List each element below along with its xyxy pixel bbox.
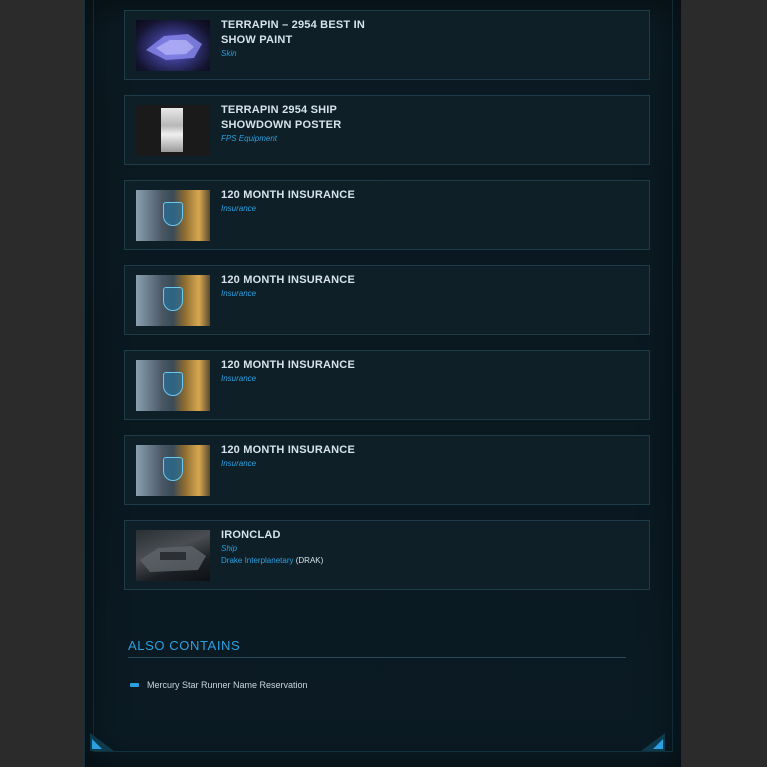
- item-thumbnail: [136, 445, 210, 496]
- corner-decoration-left-icon: [90, 733, 114, 751]
- item-type: Ship: [221, 544, 238, 553]
- item-title: 120 MONTH INSURANCE Insurance: [221, 358, 381, 385]
- item-card[interactable]: 120 MONTH INSURANCE Insurance: [124, 435, 650, 505]
- item-manufacturer: Drake Interplanetary (DRAK): [221, 555, 381, 566]
- insurance-shield-icon: [163, 287, 183, 311]
- item-card[interactable]: 120 MONTH INSURANCE Insurance: [124, 350, 650, 420]
- bullet-icon: [130, 683, 139, 687]
- ship-paint-icon: [146, 34, 202, 60]
- item-type: Insurance: [221, 459, 257, 468]
- item-title: 120 MONTH INSURANCE Insurance: [221, 188, 381, 215]
- item-card[interactable]: TERRAPIN – 2954 BEST IN SHOW PAINT Skin: [124, 10, 650, 80]
- item-type: Skin: [221, 49, 237, 58]
- item-card[interactable]: 120 MONTH INSURANCE Insurance: [124, 180, 650, 250]
- item-title: 120 MONTH INSURANCE Insurance: [221, 273, 381, 300]
- item-type: Insurance: [221, 204, 257, 213]
- item-title: TERRAPIN 2954 SHIP SHOWDOWN POSTER FPS E…: [221, 103, 381, 145]
- insurance-shield-icon: [163, 372, 183, 396]
- item-thumbnail: [136, 360, 210, 411]
- insurance-shield-icon: [163, 202, 183, 226]
- item-thumbnail: [136, 530, 210, 581]
- insurance-shield-icon: [163, 457, 183, 481]
- poster-icon: [161, 108, 183, 152]
- item-title: 120 MONTH INSURANCE Insurance: [221, 443, 381, 470]
- ship-icon: [140, 546, 206, 572]
- item-title: IRONCLAD Ship Drake Interplanetary (DRAK…: [221, 528, 381, 566]
- item-title: TERRAPIN – 2954 BEST IN SHOW PAINT Skin: [221, 18, 381, 60]
- item-thumbnail: [136, 20, 210, 71]
- item-type: FPS Equipment: [221, 134, 278, 143]
- also-contains-heading: ALSO CONTAINS: [128, 638, 626, 658]
- item-card[interactable]: 120 MONTH INSURANCE Insurance: [124, 265, 650, 335]
- manufacturer-code: (DRAK): [295, 556, 324, 565]
- item-thumbnail: [136, 275, 210, 326]
- item-card[interactable]: TERRAPIN 2954 SHIP SHOWDOWN POSTER FPS E…: [124, 95, 650, 165]
- item-type: Insurance: [221, 374, 257, 383]
- corner-decoration-right-icon: [641, 733, 665, 751]
- item-thumbnail: [136, 190, 210, 241]
- item-card[interactable]: IRONCLAD Ship Drake Interplanetary (DRAK…: [124, 520, 650, 590]
- item-type: Insurance: [221, 289, 257, 298]
- manufacturer-name[interactable]: Drake Interplanetary: [221, 556, 293, 565]
- list-item-text: Mercury Star Runner Name Reservation: [147, 680, 308, 690]
- item-thumbnail: [136, 105, 210, 156]
